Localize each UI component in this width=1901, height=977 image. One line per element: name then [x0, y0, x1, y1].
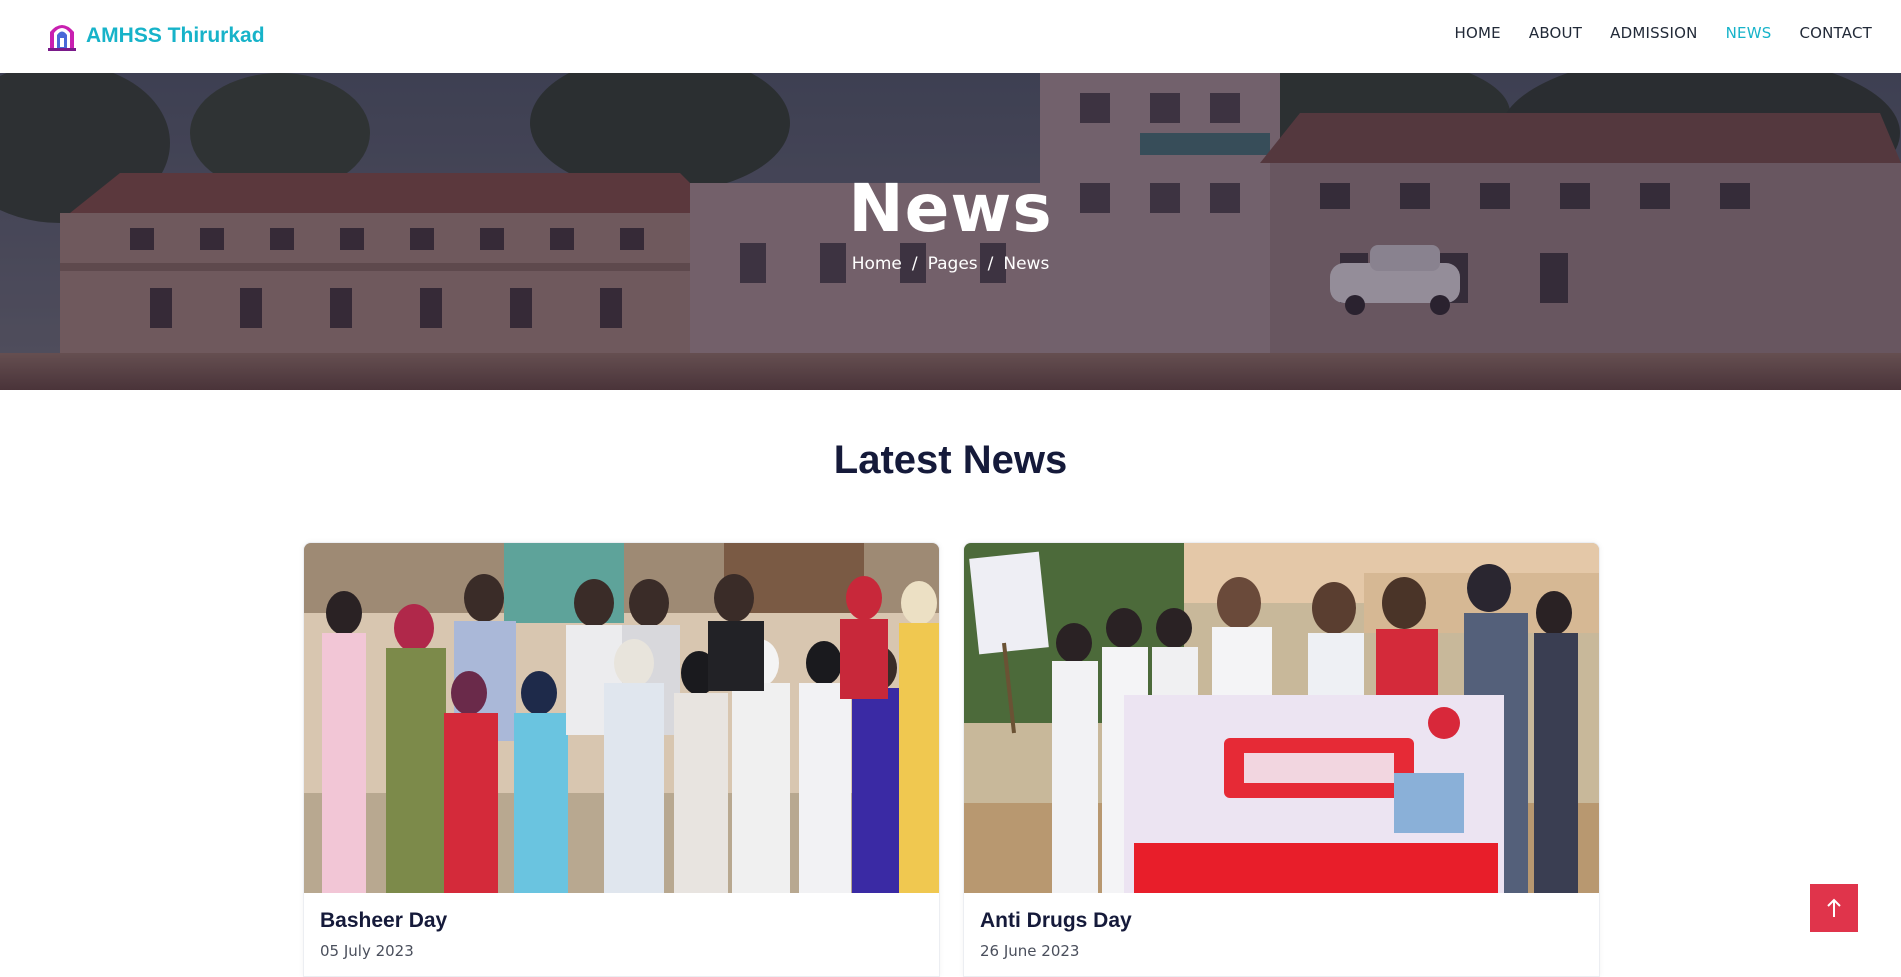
page-title: News — [848, 170, 1053, 247]
navbar: AMHSS Thirurkad HOME ABOUT ADMISSION NEW… — [0, 0, 1901, 73]
nav-home[interactable]: HOME — [1455, 24, 1501, 42]
news-image-anti-drugs-rally — [964, 543, 1599, 893]
breadcrumb-separator: / — [987, 254, 994, 274]
news-date: 05 July 2023 — [320, 942, 414, 960]
school-logo-icon — [48, 25, 76, 51]
brand[interactable]: AMHSS Thirurkad — [46, 20, 265, 52]
section-title: Latest News — [833, 438, 1068, 482]
arrow-up-icon — [1827, 898, 1841, 917]
news-date: 26 June 2023 — [980, 942, 1080, 960]
nav-admission[interactable]: ADMISSION — [1610, 24, 1697, 42]
main-nav: HOME ABOUT ADMISSION NEWS CONTACT — [1427, 24, 1872, 42]
nav-contact[interactable]: CONTACT — [1799, 24, 1872, 42]
page-hero: News Home / Pages / News — [0, 73, 1901, 390]
breadcrumb: Home / Pages / News — [0, 254, 1901, 274]
breadcrumb-separator: / — [911, 254, 918, 274]
news-card[interactable]: Anti Drugs Day 26 June 2023 — [963, 542, 1600, 977]
news-card[interactable]: Basheer Day 05 July 2023 — [303, 542, 940, 977]
news-title[interactable]: Basheer Day — [320, 909, 447, 933]
breadcrumb-current: News — [1003, 254, 1050, 274]
brand-name: AMHSS Thirurkad — [86, 24, 265, 47]
news-image-students-group — [304, 543, 939, 893]
breadcrumb-pages[interactable]: Pages — [928, 254, 978, 274]
back-to-top-button[interactable] — [1810, 884, 1858, 932]
nav-about[interactable]: ABOUT — [1529, 24, 1582, 42]
breadcrumb-home[interactable]: Home — [852, 254, 902, 274]
news-title[interactable]: Anti Drugs Day — [980, 909, 1132, 933]
nav-news[interactable]: NEWS — [1726, 24, 1772, 42]
